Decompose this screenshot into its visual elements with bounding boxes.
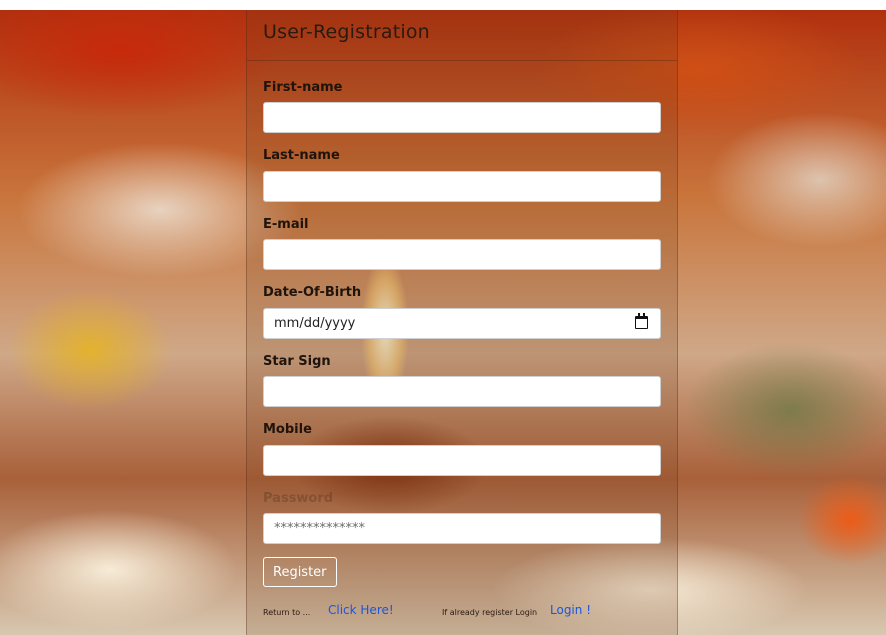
last-name-input[interactable] [263,171,661,202]
password-input[interactable] [263,513,661,544]
last-name-label: Last-name [263,148,340,163]
email-label: E-mail [263,217,309,232]
star-sign-label: Star Sign [263,354,331,369]
password-label: Password [263,491,334,506]
page-title: User-Registration [263,21,430,43]
first-name-input[interactable] [263,102,661,133]
mobile-input[interactable] [263,445,661,476]
footer-links: Return to ... Click Here! If already reg… [263,602,663,622]
login-link[interactable]: Login ! [550,603,591,617]
mobile-label: Mobile [263,422,312,437]
star-sign-input[interactable] [263,376,661,407]
register-button[interactable]: Register [263,557,337,587]
date-of-birth-value: mm/dd/yyyy [274,316,356,331]
return-text: Return to ... [263,608,311,617]
login-prompt-text: If already register Login [442,608,538,617]
date-of-birth-input[interactable]: mm/dd/yyyy [263,308,661,339]
calendar-icon[interactable] [635,313,648,329]
top-strip [0,0,886,10]
date-of-birth-label: Date-Of-Birth [263,285,362,300]
click-here-link[interactable]: Click Here! [328,603,394,617]
email-input[interactable] [263,239,661,270]
panel-header: User-Registration [247,10,677,61]
registration-panel: User-Registration First-name Last-name E… [246,10,678,635]
first-name-label: First-name [263,80,343,95]
